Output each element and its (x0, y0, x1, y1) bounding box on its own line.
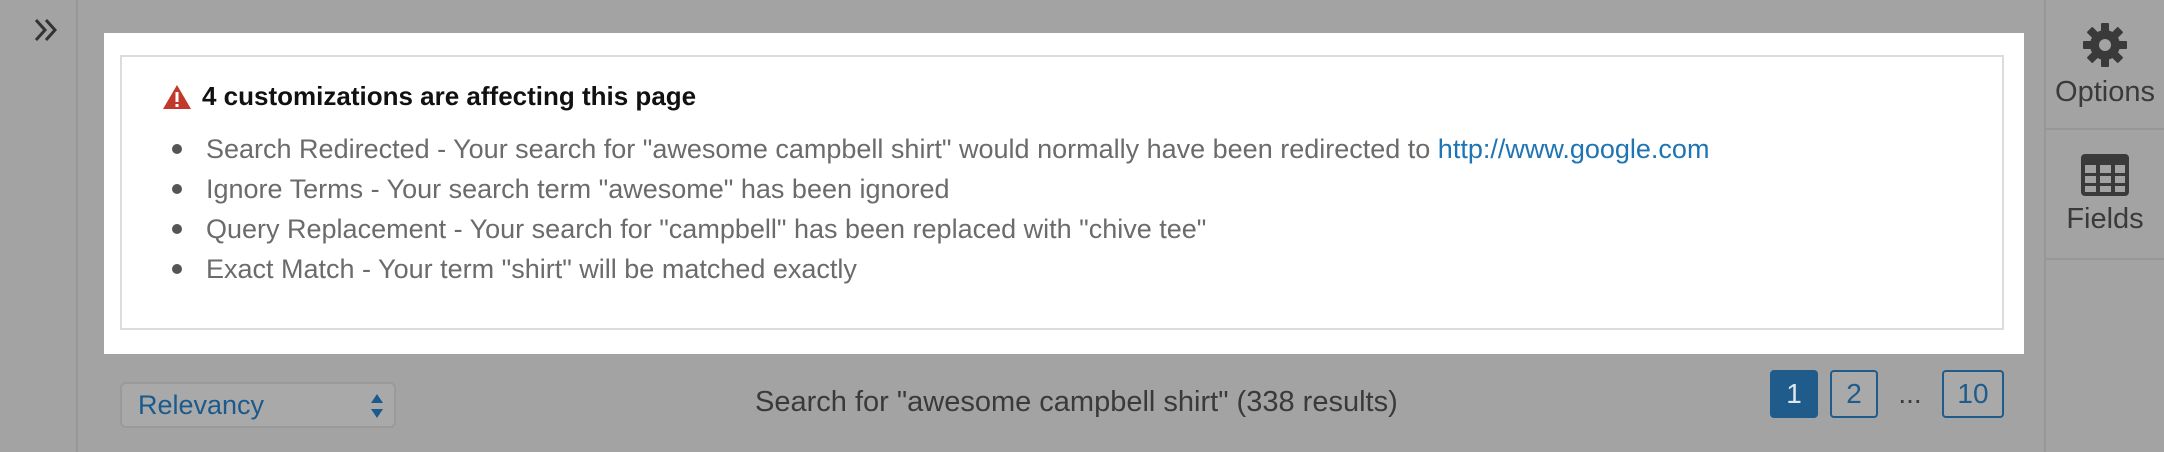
list-item: Exact Match - Your term "shirt" will be … (171, 249, 1709, 289)
double-chevron-right-icon (34, 18, 58, 42)
left-rail (0, 0, 78, 452)
right-rail: Options Fields (2044, 0, 2164, 452)
pagination-ellipsis: ... (1898, 378, 1922, 409)
customization-text: Query Replacement - Your search for "cam… (206, 214, 1207, 244)
customization-text: Ignore Terms - Your search term "awesome… (206, 174, 950, 204)
fields-button[interactable]: Fields (2046, 130, 2164, 260)
list-item: Search Redirected - Your search for "awe… (171, 129, 1710, 169)
customization-list: Search Redirected - Your search for "awe… (162, 129, 1709, 289)
options-button[interactable]: Options (2046, 0, 2164, 130)
redirect-link[interactable]: http://www.google.com (1438, 134, 1710, 164)
customization-text: Exact Match - Your term "shirt" will be … (206, 254, 857, 284)
select-arrows-icon (371, 394, 383, 418)
notice-heading: 4 customizations are affecting this page (162, 81, 696, 112)
page-2-button[interactable]: 2 (1830, 370, 1878, 418)
customizations-panel: 4 customizations are affecting this page… (104, 33, 2024, 354)
customizations-notice: 4 customizations are affecting this page… (120, 55, 2004, 330)
warning-triangle-icon (163, 84, 191, 109)
page-10-button[interactable]: 10 (1942, 370, 2004, 418)
customization-text: Search Redirected - Your search for "awe… (206, 134, 1438, 164)
options-label: Options (2055, 75, 2155, 108)
notice-title: 4 customizations are affecting this page (202, 81, 697, 111)
list-item: Ignore Terms - Your search term "awesome… (171, 169, 1709, 209)
table-grid-icon (2081, 153, 2129, 196)
list-item: Query Replacement - Your search for "cam… (171, 209, 1709, 249)
fields-label: Fields (2066, 202, 2144, 235)
expand-sidebar-button[interactable] (28, 12, 64, 48)
page-1-button[interactable]: 1 (1770, 370, 1818, 418)
pagination: 1 2 ... 10 (1770, 370, 2016, 418)
sort-value: Relevancy (138, 389, 265, 420)
results-summary: Search for "awesome campbell shirt" (338… (755, 386, 1398, 418)
gear-icon (2083, 22, 2127, 67)
sort-select[interactable]: Relevancy (120, 382, 396, 428)
